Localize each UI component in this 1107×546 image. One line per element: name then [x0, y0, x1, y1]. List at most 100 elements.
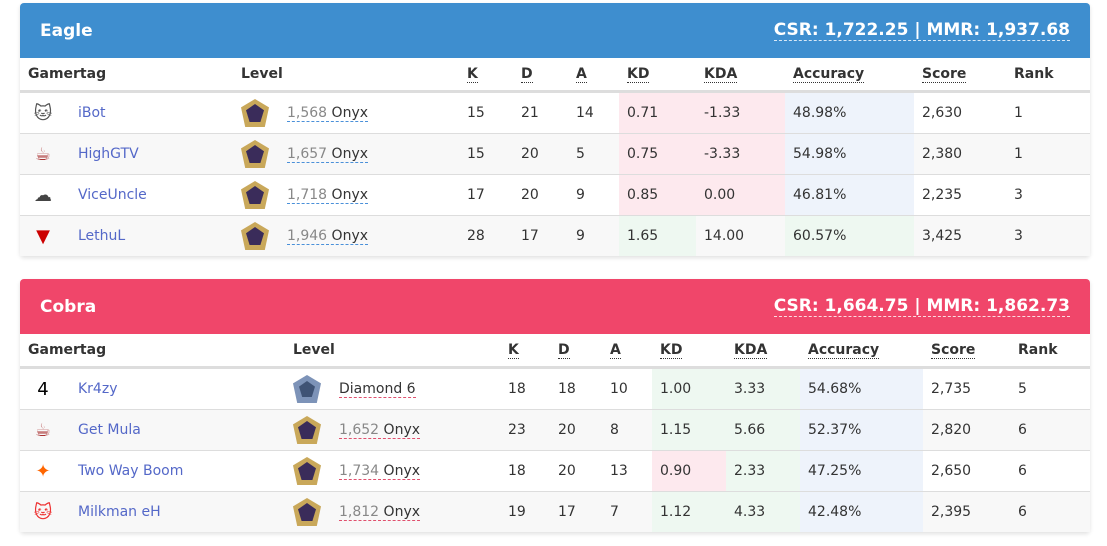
column-header-accuracy[interactable]: Accuracy — [785, 58, 914, 93]
kda: 2.33 — [726, 450, 800, 492]
level-value[interactable]: Diamond 6 — [339, 381, 416, 398]
level-number: 1,946 — [287, 227, 328, 244]
level-number: 1,652 — [339, 421, 380, 438]
level-value[interactable]: 1,734 Onyx — [339, 462, 421, 480]
player-row: 🐱 iBot 1,568 Onyx 15 21 14 0.71 -1.33 48.… — [20, 91, 1090, 134]
kills: 15 — [459, 133, 513, 175]
column-header-d[interactable]: D — [513, 58, 568, 93]
kd: 1.00 — [652, 367, 726, 410]
column-header-a[interactable]: A — [568, 58, 619, 93]
cat-icon: 🐱 — [33, 102, 53, 124]
column-header-accuracy[interactable]: Accuracy — [800, 334, 923, 369]
kd: 0.85 — [619, 174, 696, 216]
level-value[interactable]: 1,812 Onyx — [339, 504, 421, 521]
score: 2,380 — [914, 133, 1006, 175]
kd: 1.65 — [619, 215, 696, 256]
kills: 28 — [459, 215, 513, 256]
column-header-kda[interactable]: KDA — [696, 58, 785, 93]
gamertag-link[interactable]: Milkman eH — [78, 504, 161, 520]
score: 2,630 — [914, 91, 1006, 134]
column-header-level: Level — [285, 334, 500, 369]
column-header-a[interactable]: A — [602, 334, 652, 369]
score: 2,235 — [914, 174, 1006, 216]
score: 3,425 — [914, 215, 1006, 256]
team-name: Cobra — [40, 296, 97, 317]
level-number: 1,568 — [287, 104, 328, 121]
kda: 3.33 — [726, 367, 800, 410]
deaths: 20 — [550, 409, 602, 451]
rank: 1 — [1006, 91, 1090, 134]
players-table: Gamertag Level K D A KD KDA Accuracy Score Rank 🐱… — [20, 58, 1090, 256]
kills: 15 — [459, 91, 513, 134]
accuracy: 54.68% — [800, 367, 923, 410]
rank-badge-icon — [293, 416, 321, 444]
team-name: Eagle — [40, 20, 93, 41]
kills: 18 — [500, 450, 550, 492]
rank: 3 — [1006, 174, 1090, 216]
level-tier: Onyx — [383, 462, 421, 479]
score: 2,650 — [923, 450, 1010, 492]
team-stats[interactable]: CSR: 1,664.75 | MMR: 1,862.73 — [773, 296, 1070, 317]
kda: 14.00 — [696, 215, 785, 256]
level-number: 1,657 — [287, 145, 328, 162]
column-header-rank: Rank — [1006, 58, 1090, 93]
rank-badge-icon — [241, 140, 269, 168]
rank: 3 — [1006, 215, 1090, 256]
level-tier: Onyx — [383, 421, 421, 438]
number-4-icon: 4 — [37, 378, 49, 400]
team-header: Cobra CSR: 1,664.75 | MMR: 1,862.73 — [20, 279, 1090, 334]
column-header-d[interactable]: D — [550, 334, 602, 369]
gamertag-link[interactable]: iBot — [78, 105, 106, 121]
rank: 6 — [1010, 450, 1090, 492]
level-value[interactable]: 1,657 Onyx — [287, 145, 369, 163]
team-cobra: Cobra CSR: 1,664.75 | MMR: 1,862.73 Game… — [20, 279, 1090, 532]
kd: 0.75 — [619, 133, 696, 175]
kd: 1.12 — [652, 491, 726, 532]
player-row: ☕ HighGTV 1,657 Onyx 15 20 5 0.75 -3.33 5… — [20, 133, 1090, 175]
gamertag-link[interactable]: ViceUncle — [78, 187, 147, 203]
rank-badge-icon — [241, 181, 269, 209]
gamertag-link[interactable]: HighGTV — [78, 146, 139, 162]
level-tier: Diamond 6 — [339, 380, 416, 397]
column-header-score[interactable]: Score — [914, 58, 1006, 93]
deaths: 17 — [550, 491, 602, 532]
column-header-k[interactable]: K — [459, 58, 513, 93]
deaths: 18 — [550, 367, 602, 410]
player-row: ✦ Two Way Boom 1,734 Onyx 18 20 13 0.90 2… — [20, 450, 1090, 492]
gamertag-link[interactable]: LethuL — [78, 228, 125, 244]
column-header-score[interactable]: Score — [923, 334, 1010, 369]
player-row: ▼ LethuL 1,946 Onyx 28 17 9 1.65 14.00 60… — [20, 215, 1090, 256]
deaths: 21 — [513, 91, 568, 134]
column-header-kd[interactable]: KD — [619, 58, 696, 93]
accuracy: 60.57% — [785, 215, 914, 256]
players-table: Gamertag Level K D A KD KDA Accuracy Score Rank 4… — [20, 334, 1090, 532]
kd: 0.90 — [652, 450, 726, 492]
column-header-k[interactable]: K — [500, 334, 550, 369]
level-value[interactable]: 1,568 Onyx — [287, 104, 369, 122]
rank-badge-icon — [293, 457, 321, 485]
level-value[interactable]: 1,718 Onyx — [287, 187, 369, 204]
kills: 18 — [500, 367, 550, 410]
kda: 4.33 — [726, 491, 800, 532]
column-header-level: Level — [233, 58, 459, 93]
level-value[interactable]: 1,652 Onyx — [339, 421, 421, 439]
team-stats[interactable]: CSR: 1,722.25 | MMR: 1,937.68 — [773, 20, 1070, 41]
deaths: 17 — [513, 215, 568, 256]
accuracy: 52.37% — [800, 409, 923, 451]
level-number: 1,734 — [339, 462, 380, 479]
level-tier: Onyx — [331, 104, 369, 121]
gamertag-link[interactable]: Two Way Boom — [78, 463, 183, 479]
gamertag-link[interactable]: Kr4zy — [78, 381, 117, 397]
column-header-kd[interactable]: KD — [652, 334, 726, 369]
gamertag-link[interactable]: Get Mula — [78, 422, 141, 438]
rank-badge-icon — [241, 222, 269, 250]
accuracy: 42.48% — [800, 491, 923, 532]
level-value[interactable]: 1,946 Onyx — [287, 227, 369, 245]
sentinels-icon: ▼ — [36, 225, 50, 247]
column-header-kda[interactable]: KDA — [726, 334, 800, 369]
accuracy: 47.25% — [800, 450, 923, 492]
assists: 13 — [602, 450, 652, 492]
kills: 19 — [500, 491, 550, 532]
rank: 6 — [1010, 491, 1090, 532]
red-cat-icon: 🐱 — [33, 501, 53, 523]
